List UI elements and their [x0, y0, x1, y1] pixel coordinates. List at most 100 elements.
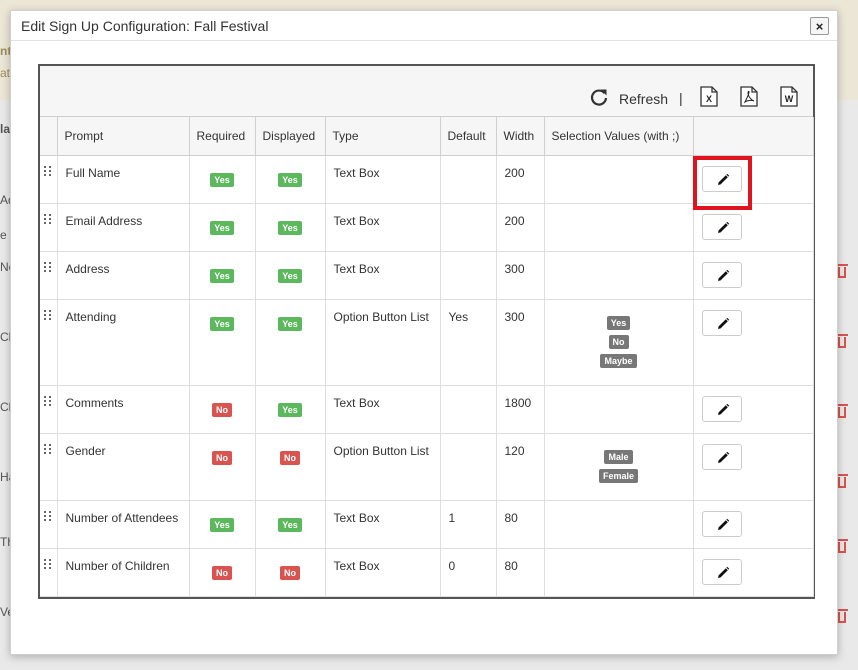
drag-handle[interactable]: [40, 500, 58, 549]
default-cell: 1: [440, 500, 497, 549]
edit-button[interactable]: [701, 558, 742, 585]
refresh-button[interactable]: Refresh: [619, 91, 668, 107]
edit-button[interactable]: [701, 309, 742, 336]
edit-button[interactable]: [701, 443, 742, 470]
required-cell: Yes: [189, 299, 256, 386]
type-cell: Text Box: [325, 385, 441, 434]
required-cell: No: [189, 548, 256, 597]
pencil-icon: [717, 173, 729, 185]
table-row: Email Address Yes Yes Text Box 200: [40, 203, 814, 252]
table-row: Attending Yes Yes Option Button List Yes…: [40, 299, 814, 386]
type-cell: Text Box: [325, 203, 441, 252]
required-badge: No: [212, 565, 232, 580]
drag-handle[interactable]: [40, 433, 58, 501]
column-header-displayed[interactable]: Displayed: [255, 117, 326, 156]
selection-values-cell: [544, 500, 694, 549]
displayed-badge: Yes: [278, 220, 302, 235]
pencil-icon: [717, 518, 729, 530]
displayed-cell: Yes: [255, 203, 326, 252]
drag-handle-icon: [44, 395, 52, 406]
drag-handle-icon: [44, 165, 52, 176]
required-cell: No: [189, 385, 256, 434]
selection-value-chip: Yes: [606, 315, 631, 330]
displayed-badge: Yes: [278, 316, 302, 331]
actions-cell: [693, 203, 814, 252]
drag-handle-icon: [44, 558, 52, 569]
prompt-cell: Full Name: [57, 155, 190, 204]
required-cell: No: [189, 433, 256, 501]
displayed-badge: Yes: [278, 402, 302, 417]
drag-handle[interactable]: [40, 385, 58, 434]
edit-button[interactable]: [701, 213, 742, 240]
displayed-cell: Yes: [255, 500, 326, 549]
drag-handle[interactable]: [40, 299, 58, 386]
selection-values-list: Yes No Maybe: [545, 310, 693, 368]
column-header-prompt[interactable]: Prompt: [57, 117, 190, 156]
drag-handle-icon: [44, 510, 52, 521]
toolbar-separator: |: [679, 90, 683, 106]
column-header-selection-values[interactable]: Selection Values (with ;): [544, 117, 694, 156]
type-cell: Text Box: [325, 251, 441, 300]
default-cell: [440, 203, 497, 252]
prompt-cell: Attending: [57, 299, 190, 386]
selection-value-chip: Male: [604, 449, 633, 464]
close-button[interactable]: ×: [810, 17, 829, 35]
type-cell: Text Box: [325, 548, 441, 597]
pencil-icon: [717, 566, 729, 578]
selection-values-cell: Male Female: [544, 433, 694, 501]
excel-export-icon[interactable]: X: [700, 86, 718, 107]
edit-button[interactable]: [701, 510, 742, 537]
drag-handle[interactable]: [40, 251, 58, 300]
table-row: Address Yes Yes Text Box 300: [40, 251, 814, 300]
edit-button[interactable]: [701, 165, 742, 192]
table-row: Comments No Yes Text Box 1800: [40, 385, 814, 434]
grid-toolbar: Refresh | X W: [40, 66, 813, 117]
close-icon: ×: [815, 18, 824, 34]
pencil-icon: [717, 403, 729, 415]
width-cell: 300: [496, 299, 545, 386]
type-cell: Option Button List: [325, 433, 441, 501]
column-header-default[interactable]: Default: [440, 117, 497, 156]
width-cell: 200: [496, 155, 545, 204]
selection-value-chip: Maybe: [600, 353, 637, 368]
prompt-cell: Gender: [57, 433, 190, 501]
width-cell: 300: [496, 251, 545, 300]
edit-button[interactable]: [701, 395, 742, 422]
table-row: Number of Children No No Text Box 0 80: [40, 548, 814, 597]
selection-values-cell: [544, 548, 694, 597]
required-cell: Yes: [189, 500, 256, 549]
column-header-width[interactable]: Width: [496, 117, 545, 156]
word-export-icon[interactable]: W: [780, 86, 798, 107]
pdf-export-icon[interactable]: [740, 86, 758, 107]
actions-cell: [693, 251, 814, 300]
displayed-cell: Yes: [255, 251, 326, 300]
actions-cell: [693, 385, 814, 434]
dialog-title-bar: Edit Sign Up Configuration: Fall Festiva…: [11, 11, 837, 41]
displayed-badge: Yes: [278, 172, 302, 187]
drag-handle-icon: [44, 443, 52, 454]
selection-values-cell: Yes No Maybe: [544, 299, 694, 386]
drag-handle[interactable]: [40, 203, 58, 252]
column-header-type[interactable]: Type: [325, 117, 441, 156]
selection-values-cell: [544, 385, 694, 434]
prompt-cell: Number of Attendees: [57, 500, 190, 549]
pencil-icon: [717, 269, 729, 281]
drag-handle[interactable]: [40, 155, 58, 204]
required-badge: No: [212, 450, 232, 465]
required-cell: Yes: [189, 203, 256, 252]
displayed-badge: Yes: [278, 268, 302, 283]
pencil-icon: [717, 451, 729, 463]
column-header-required[interactable]: Required: [189, 117, 256, 156]
drag-handle[interactable]: [40, 548, 58, 597]
drag-handle-icon: [44, 213, 52, 224]
type-cell: Option Button List: [325, 299, 441, 386]
required-badge: Yes: [210, 517, 234, 532]
edit-button[interactable]: [701, 261, 742, 288]
width-cell: 120: [496, 433, 545, 501]
prompt-cell: Number of Children: [57, 548, 190, 597]
refresh-icon[interactable]: [589, 87, 609, 107]
table-header-row: Prompt Required Displayed Type Default W…: [40, 117, 814, 156]
type-cell: Text Box: [325, 500, 441, 549]
prompt-cell: Email Address: [57, 203, 190, 252]
table-row: Gender No No Option Button List 120 Male…: [40, 433, 814, 501]
